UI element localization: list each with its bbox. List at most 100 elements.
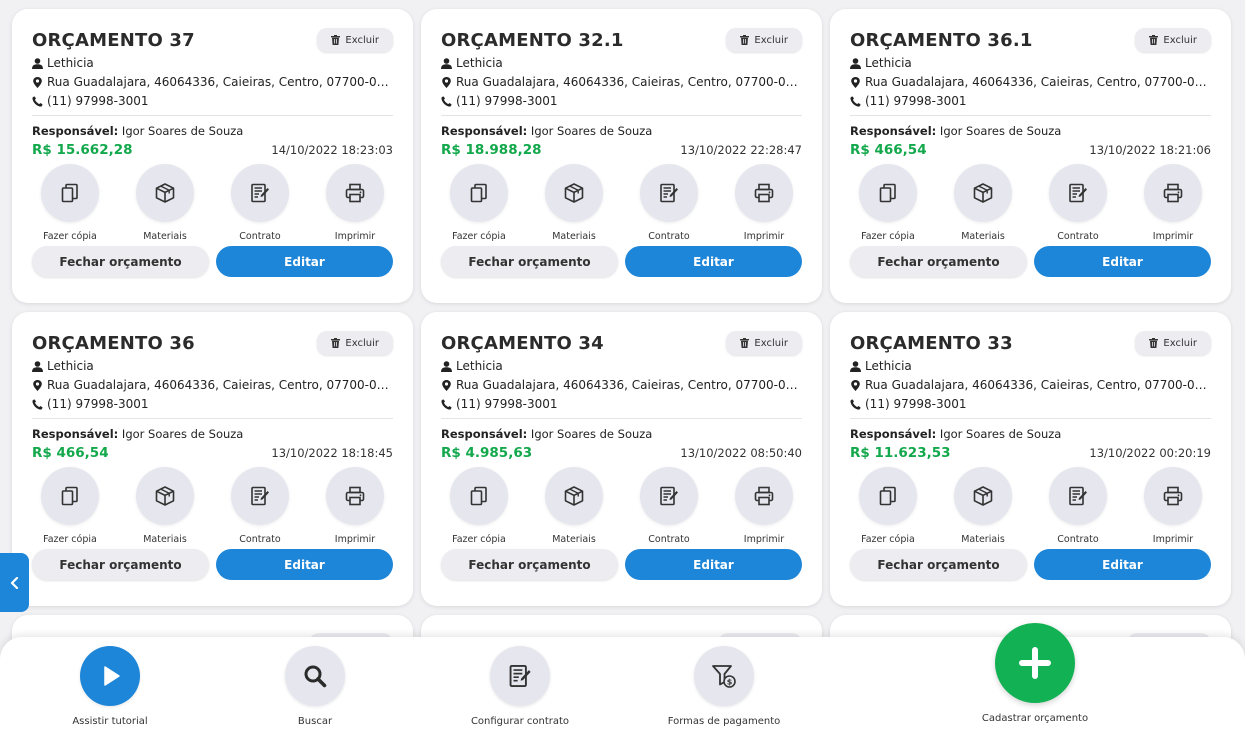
contract-action[interactable]: Contrato xyxy=(224,467,296,545)
materials-label: Materiais xyxy=(143,534,187,545)
play-icon xyxy=(104,666,120,686)
client-name: Lethicia xyxy=(865,359,912,373)
print-action[interactable]: Imprimir xyxy=(728,164,800,242)
materials-action[interactable]: Materiais xyxy=(538,164,610,242)
copy-icon xyxy=(470,183,487,203)
edit-button[interactable]: Editar xyxy=(1034,246,1211,277)
tutorial-button[interactable]: Assistir tutorial xyxy=(40,646,180,727)
close-budget-button[interactable]: Fechar orçamento xyxy=(441,549,618,580)
print-action[interactable]: Imprimir xyxy=(1137,164,1209,242)
print-action[interactable]: Imprimir xyxy=(1137,467,1209,545)
contract-label: Contrato xyxy=(239,231,281,242)
close-budget-button[interactable]: Fechar orçamento xyxy=(32,246,209,277)
delete-button[interactable]: Excluir xyxy=(726,28,802,52)
materials-label: Materiais xyxy=(552,534,596,545)
phone-line: (11) 97998-3001 xyxy=(32,94,393,108)
budget-price: R$ 18.988,28 xyxy=(441,142,542,158)
box-icon xyxy=(155,183,175,203)
plus-icon xyxy=(1019,647,1051,679)
contract-action[interactable]: Contrato xyxy=(1042,467,1114,545)
print-label: Imprimir xyxy=(743,534,785,545)
copy-label: Fazer cópia xyxy=(452,534,506,545)
client-name: Lethicia xyxy=(456,359,503,373)
edit-button[interactable]: Editar xyxy=(216,549,393,580)
responsible-line: Responsável: Igor Soares de Souza xyxy=(441,427,802,441)
print-action[interactable]: Imprimir xyxy=(319,467,391,545)
close-budget-button[interactable]: Fechar orçamento xyxy=(850,246,1027,277)
close-budget-button[interactable]: Fechar orçamento xyxy=(441,246,618,277)
print-action[interactable]: Imprimir xyxy=(319,164,391,242)
materials-action[interactable]: Materiais xyxy=(129,467,201,545)
add-budget-action[interactable]: Cadastrar orçamento xyxy=(965,623,1105,724)
svg-text:$: $ xyxy=(727,678,733,687)
printer-icon xyxy=(754,486,774,506)
budget-price: R$ 4.985,63 xyxy=(441,445,533,461)
edit-button[interactable]: Editar xyxy=(1034,549,1211,580)
budget-title: ORÇAMENTO 32.1 xyxy=(441,29,624,51)
contract-action[interactable]: Contrato xyxy=(633,467,705,545)
print-action[interactable]: Imprimir xyxy=(728,467,800,545)
divider xyxy=(850,418,1211,419)
delete-button[interactable]: Excluir xyxy=(726,331,802,355)
client-address: Rua Guadalajara, 46064336, Caieiras, Cen… xyxy=(456,75,802,89)
phone-icon xyxy=(32,95,43,107)
user-icon xyxy=(32,57,43,69)
add-budget-button[interactable] xyxy=(995,623,1075,703)
contract-icon xyxy=(251,183,269,203)
contract-action[interactable]: Contrato xyxy=(633,164,705,242)
copy-action[interactable]: Fazer cópia xyxy=(34,164,106,242)
copy-action[interactable]: Fazer cópia xyxy=(34,467,106,545)
delete-button[interactable]: Excluir xyxy=(1135,331,1211,355)
contract-action[interactable]: Contrato xyxy=(1042,164,1114,242)
printer-icon xyxy=(754,183,774,203)
configure-contract-button[interactable]: Configurar contrato xyxy=(450,646,590,727)
trash-icon xyxy=(331,338,341,348)
contract-icon xyxy=(509,665,531,687)
responsible-label: Responsável: xyxy=(441,427,528,441)
user-icon xyxy=(441,360,452,372)
materials-action[interactable]: Materiais xyxy=(947,467,1019,545)
materials-action[interactable]: Materiais xyxy=(947,164,1019,242)
payment-methods-button[interactable]: $ Formas de pagamento xyxy=(654,646,794,727)
client-line: Lethicia xyxy=(32,359,393,373)
materials-action[interactable]: Materiais xyxy=(538,467,610,545)
copy-action[interactable]: Fazer cópia xyxy=(852,164,924,242)
client-name: Lethicia xyxy=(47,359,94,373)
copy-label: Fazer cópia xyxy=(43,231,97,242)
responsible-name: Igor Soares de Souza xyxy=(121,427,244,441)
configure-contract-label: Configurar contrato xyxy=(470,716,570,727)
edit-button[interactable]: Editar xyxy=(625,549,802,580)
close-budget-button[interactable]: Fechar orçamento xyxy=(850,549,1027,580)
responsible-label: Responsável: xyxy=(441,124,528,138)
user-icon xyxy=(850,360,861,372)
box-icon xyxy=(564,486,584,506)
phone-icon xyxy=(441,95,452,107)
phone-icon xyxy=(32,398,43,410)
map-marker-icon xyxy=(32,379,43,391)
materials-action[interactable]: Materiais xyxy=(129,164,201,242)
divider xyxy=(441,115,802,116)
contract-action[interactable]: Contrato xyxy=(224,164,296,242)
delete-button[interactable]: Excluir xyxy=(317,28,393,52)
delete-button[interactable]: Excluir xyxy=(317,331,393,355)
copy-icon xyxy=(470,486,487,506)
edit-button[interactable]: Editar xyxy=(216,246,393,277)
delete-label: Excluir xyxy=(1163,337,1197,349)
search-button[interactable]: Buscar xyxy=(245,646,385,727)
materials-label: Materiais xyxy=(143,231,187,242)
box-icon xyxy=(155,486,175,506)
responsible-line: Responsável: Igor Soares de Souza xyxy=(441,124,802,138)
map-marker-icon xyxy=(850,379,861,391)
filter-money-icon: $ xyxy=(712,665,736,688)
copy-action[interactable]: Fazer cópia xyxy=(852,467,924,545)
budget-card: ORÇAMENTO 36 Excluir Lethicia Rua Guadal… xyxy=(12,312,413,606)
copy-action[interactable]: Fazer cópia xyxy=(443,164,515,242)
responsible-name: Igor Soares de Souza xyxy=(939,427,1062,441)
delete-button[interactable]: Excluir xyxy=(1135,28,1211,52)
sidebar-toggle[interactable] xyxy=(0,553,29,612)
client-name: Lethicia xyxy=(865,56,912,70)
copy-action[interactable]: Fazer cópia xyxy=(443,467,515,545)
close-budget-button[interactable]: Fechar orçamento xyxy=(32,549,209,580)
phone-line: (11) 97998-3001 xyxy=(850,397,1211,411)
edit-button[interactable]: Editar xyxy=(625,246,802,277)
